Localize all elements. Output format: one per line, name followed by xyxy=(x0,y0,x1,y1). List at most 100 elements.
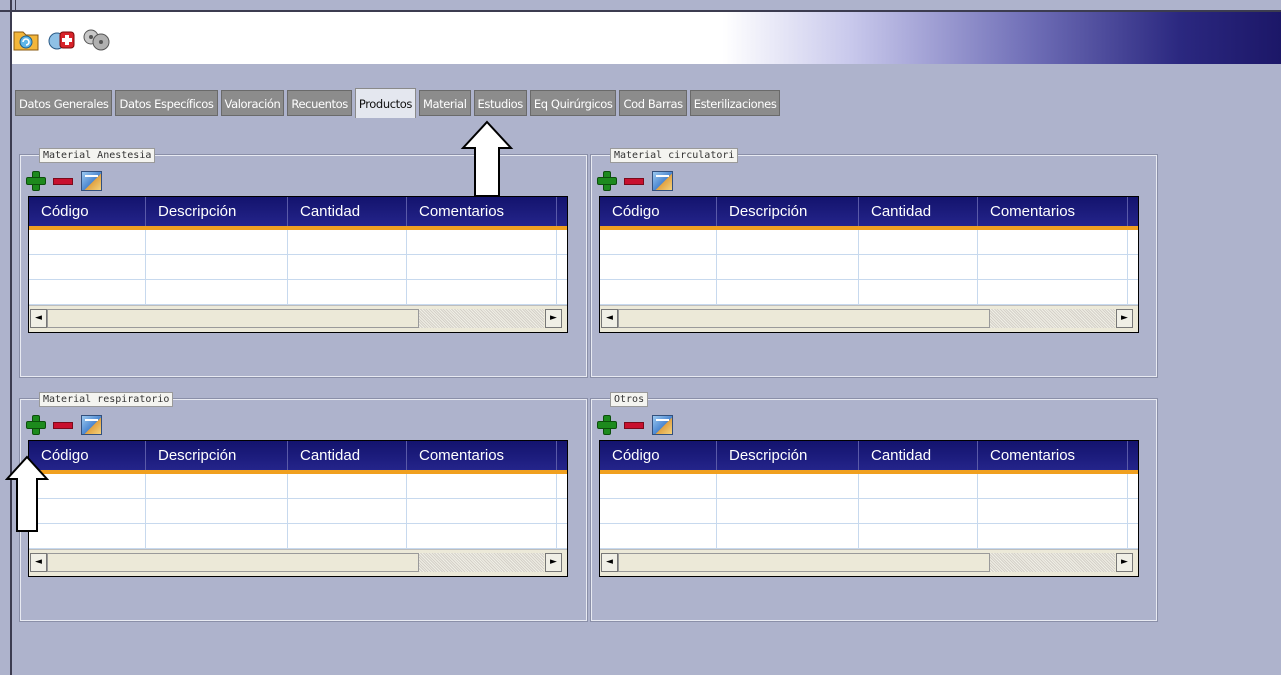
column-header-descripcion[interactable]: Descripción xyxy=(716,197,858,226)
medical-kit-icon[interactable] xyxy=(47,26,75,52)
tab-recuentos[interactable]: Recuentos xyxy=(287,90,352,116)
tab-bar: Datos Generales Datos Específicos Valora… xyxy=(15,88,783,118)
group-actions xyxy=(597,413,673,437)
scroll-left-icon[interactable]: ◄ xyxy=(601,553,618,572)
remove-icon[interactable] xyxy=(624,177,644,185)
tab-material[interactable]: Material xyxy=(418,90,471,116)
products-grid[interactable]: Código Descripción Cantidad Comentarios … xyxy=(28,196,568,333)
scroll-thumb[interactable] xyxy=(618,553,990,572)
grid-divider xyxy=(145,474,146,550)
edit-icon[interactable] xyxy=(652,171,673,191)
table-row[interactable] xyxy=(600,499,1138,524)
grid-divider xyxy=(1127,474,1128,550)
group-actions xyxy=(26,413,102,437)
tab-valoracion[interactable]: Valoración xyxy=(220,90,285,116)
grid-divider xyxy=(287,474,288,550)
products-grid[interactable]: Código Descripción Cantidad Comentarios … xyxy=(599,440,1139,577)
grid-divider xyxy=(145,230,146,306)
remove-icon[interactable] xyxy=(53,177,73,185)
grid-divider xyxy=(1127,230,1128,306)
horizontal-scrollbar[interactable]: ◄ ► xyxy=(29,305,567,332)
scroll-track[interactable] xyxy=(990,309,1115,328)
scroll-left-icon[interactable]: ◄ xyxy=(601,309,618,328)
column-header-comentarios[interactable]: Comentarios xyxy=(406,197,556,226)
group-actions xyxy=(597,169,673,193)
table-row[interactable] xyxy=(29,255,567,280)
add-icon[interactable] xyxy=(597,415,617,435)
grid-divider xyxy=(716,230,717,306)
scroll-right-icon[interactable]: ► xyxy=(545,553,562,572)
grid-divider xyxy=(858,474,859,550)
products-grid[interactable]: Código Descripción Cantidad Comentarios … xyxy=(599,196,1139,333)
folder-refresh-icon[interactable] xyxy=(13,26,41,52)
tab-datos-especificos[interactable]: Datos Específicos xyxy=(115,90,218,116)
group-title: Material circulatori xyxy=(610,148,739,163)
scroll-thumb[interactable] xyxy=(47,309,419,328)
grid-header: Código Descripción Cantidad Comentarios xyxy=(600,197,1138,230)
scroll-left-icon[interactable]: ◄ xyxy=(30,553,47,572)
film-reels-icon[interactable] xyxy=(82,26,110,52)
grid-divider xyxy=(716,474,717,550)
toolbar xyxy=(12,12,1281,64)
column-header-descripcion[interactable]: Descripción xyxy=(145,197,287,226)
column-header-codigo[interactable]: Código xyxy=(600,441,716,470)
remove-icon[interactable] xyxy=(53,421,73,429)
column-header-comentarios[interactable]: Comentarios xyxy=(406,441,556,470)
tab-estudios[interactable]: Estudios xyxy=(473,90,527,116)
group-title: Otros xyxy=(610,392,649,407)
horizontal-scrollbar[interactable]: ◄ ► xyxy=(29,549,567,576)
scroll-right-icon[interactable]: ► xyxy=(1116,309,1133,328)
scroll-track[interactable] xyxy=(419,553,544,572)
tab-datos-generales[interactable]: Datos Generales xyxy=(15,90,113,116)
scroll-thumb[interactable] xyxy=(47,553,419,572)
edit-icon[interactable] xyxy=(81,415,102,435)
column-header-cantidad[interactable]: Cantidad xyxy=(287,197,406,226)
column-header-codigo[interactable]: Código xyxy=(600,197,716,226)
remove-icon[interactable] xyxy=(624,421,644,429)
tab-eq-quirurgicos[interactable]: Eq Quirúrgicos xyxy=(529,90,617,116)
tab-esterilizaciones[interactable]: Esterilizaciones xyxy=(689,90,781,116)
table-row[interactable] xyxy=(29,230,567,255)
column-header-descripcion[interactable]: Descripción xyxy=(716,441,858,470)
grid-header: Código Descripción Cantidad Comentarios xyxy=(29,197,567,230)
edit-icon[interactable] xyxy=(81,171,102,191)
column-header-codigo[interactable]: Código xyxy=(29,197,145,226)
column-header-comentarios[interactable]: Comentarios xyxy=(977,441,1127,470)
add-icon[interactable] xyxy=(26,415,46,435)
column-header-descripcion[interactable]: Descripción xyxy=(145,441,287,470)
grid-divider xyxy=(858,230,859,306)
tab-cod-barras[interactable]: Cod Barras xyxy=(619,90,687,116)
table-row[interactable] xyxy=(29,280,567,305)
grid-header: Código Descripción Cantidad Comentarios xyxy=(29,441,567,474)
column-header-cantidad[interactable]: Cantidad xyxy=(858,441,977,470)
products-grid[interactable]: Código Descripción Cantidad Comentarios … xyxy=(28,440,568,577)
add-icon[interactable] xyxy=(597,171,617,191)
table-row[interactable] xyxy=(29,524,567,549)
column-header-cantidad[interactable]: Cantidad xyxy=(858,197,977,226)
table-row[interactable] xyxy=(600,255,1138,280)
table-row[interactable] xyxy=(600,474,1138,499)
scroll-right-icon[interactable]: ► xyxy=(1116,553,1133,572)
scroll-left-icon[interactable]: ◄ xyxy=(30,309,47,328)
scroll-track[interactable] xyxy=(419,309,544,328)
grid-header: Código Descripción Cantidad Comentarios xyxy=(600,441,1138,474)
table-row[interactable] xyxy=(29,474,567,499)
column-header-cantidad[interactable]: Cantidad xyxy=(287,441,406,470)
add-icon[interactable] xyxy=(26,171,46,191)
edit-icon[interactable] xyxy=(652,415,673,435)
table-row[interactable] xyxy=(600,230,1138,255)
scroll-thumb[interactable] xyxy=(618,309,990,328)
column-header-comentarios[interactable]: Comentarios xyxy=(977,197,1127,226)
table-row[interactable] xyxy=(29,499,567,524)
column-header-extra xyxy=(556,441,567,470)
horizontal-scrollbar[interactable]: ◄ ► xyxy=(600,305,1138,332)
scroll-right-icon[interactable]: ► xyxy=(545,309,562,328)
tab-productos[interactable]: Productos xyxy=(354,88,416,118)
table-row[interactable] xyxy=(600,524,1138,549)
table-row[interactable] xyxy=(600,280,1138,305)
group-material-circulatori: Material circulatori Código Descripción … xyxy=(590,148,1158,378)
scroll-track[interactable] xyxy=(990,553,1115,572)
horizontal-scrollbar[interactable]: ◄ ► xyxy=(600,549,1138,576)
up-arrow-icon xyxy=(460,120,514,197)
window-left-frame xyxy=(10,0,12,675)
